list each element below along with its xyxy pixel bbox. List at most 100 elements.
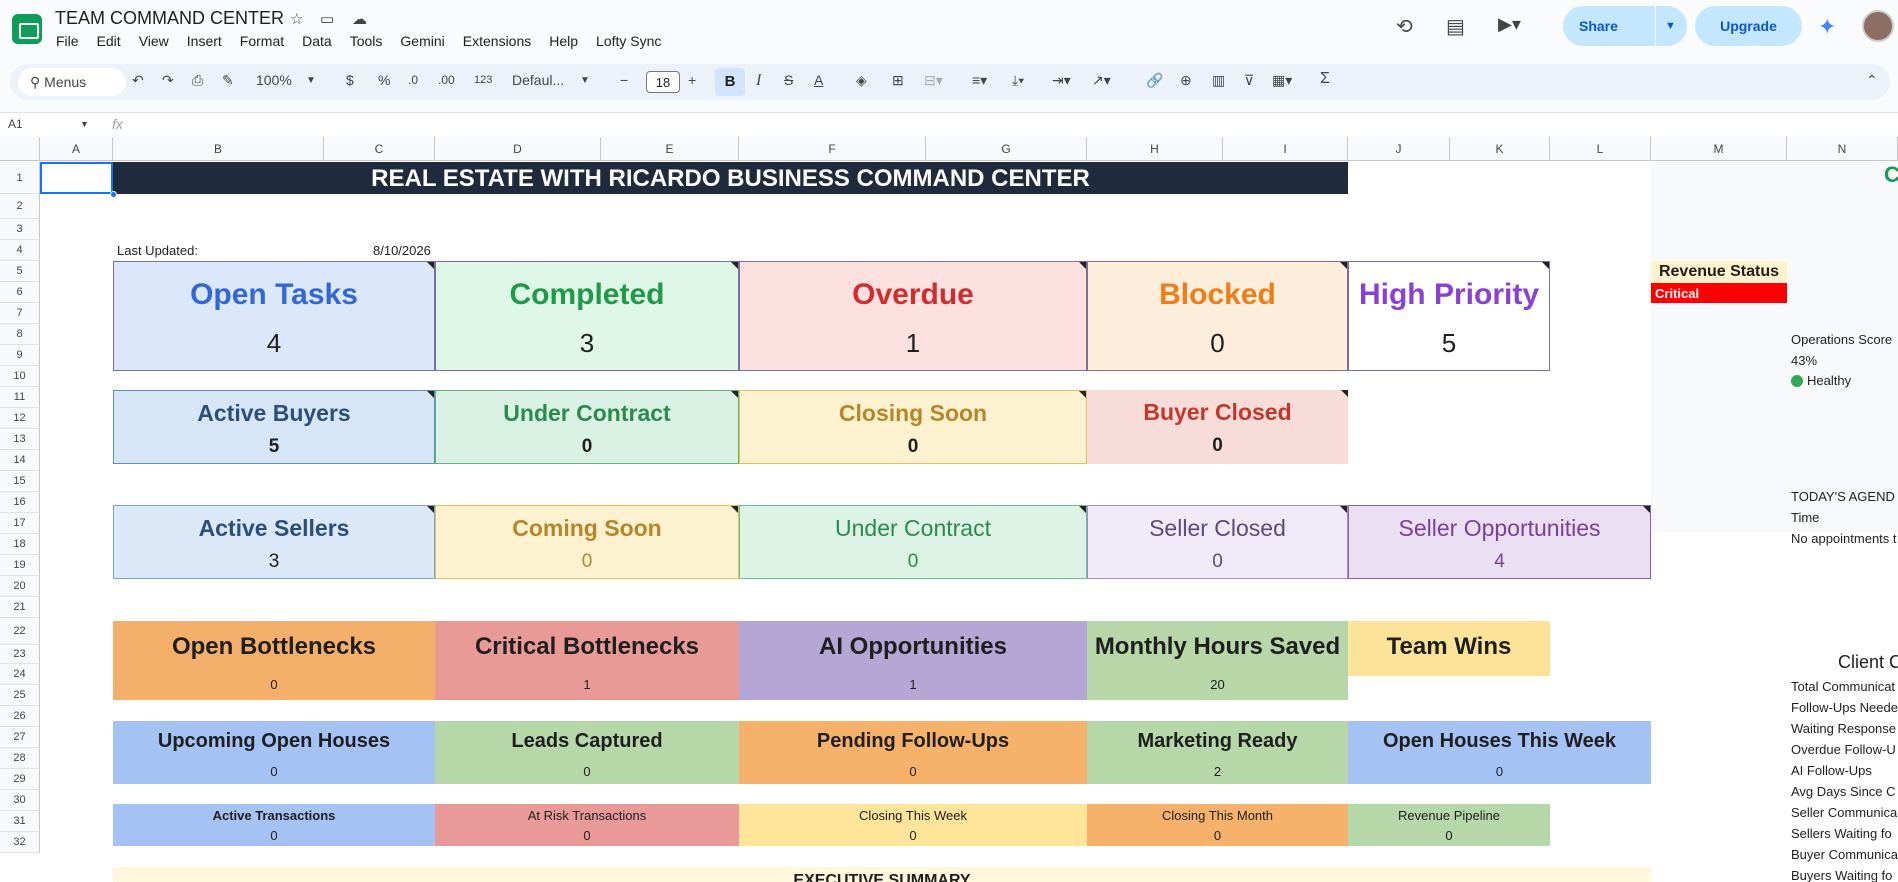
row-header[interactable]: 2 bbox=[0, 194, 40, 219]
row-header[interactable]: 6 bbox=[0, 282, 40, 303]
filter-icon[interactable]: ⊽ bbox=[1244, 72, 1254, 89]
selected-cell-a1[interactable] bbox=[40, 162, 113, 194]
card-critical-bottlenecks[interactable]: Critical Bottlenecks 1 bbox=[435, 621, 739, 700]
menu-tools[interactable]: Tools bbox=[350, 33, 383, 49]
row-header[interactable]: 11 bbox=[0, 387, 40, 408]
row-header[interactable]: 24 bbox=[0, 664, 40, 685]
row-header[interactable]: 29 bbox=[0, 769, 40, 790]
card-upcoming-open-houses[interactable]: Upcoming Open Houses 0 bbox=[113, 721, 435, 784]
row-header[interactable]: 15 bbox=[0, 471, 40, 492]
row-header[interactable]: 28 bbox=[0, 748, 40, 769]
version-history-icon[interactable]: ⟲ bbox=[1396, 14, 1413, 39]
share-dropdown-icon[interactable]: ▼ bbox=[1656, 20, 1676, 32]
card-open-bottlenecks[interactable]: Open Bottlenecks 0 bbox=[113, 621, 435, 700]
select-all-corner[interactable] bbox=[0, 137, 40, 161]
row-header[interactable]: 16 bbox=[0, 492, 40, 513]
row-header[interactable]: 27 bbox=[0, 727, 40, 748]
zoom-select[interactable]: 100% bbox=[256, 72, 292, 88]
column-header[interactable]: A bbox=[40, 137, 113, 161]
name-box[interactable]: A1 bbox=[8, 117, 23, 131]
format-percent-button[interactable]: % bbox=[378, 72, 390, 88]
filter-views-icon[interactable]: ▦▾ bbox=[1272, 72, 1292, 89]
card-active-buyers[interactable]: Active Buyers 5 bbox=[113, 390, 435, 464]
insert-comment-icon[interactable]: ⊕ bbox=[1180, 72, 1192, 89]
row-header[interactable]: 23 bbox=[0, 645, 40, 664]
fill-handle[interactable] bbox=[110, 191, 117, 198]
column-header[interactable]: C bbox=[324, 137, 435, 161]
row-header[interactable]: 1 bbox=[0, 162, 40, 194]
menu-edit[interactable]: Edit bbox=[97, 33, 121, 49]
undo-icon[interactable]: ↶ bbox=[132, 72, 144, 89]
decrease-decimal-button[interactable]: .0 bbox=[408, 73, 418, 87]
column-header[interactable]: F bbox=[739, 137, 926, 161]
card-pending-follow-ups[interactable]: Pending Follow-Ups 0 bbox=[739, 721, 1087, 784]
more-formats-button[interactable]: 123 bbox=[474, 74, 492, 86]
row-header[interactable]: 3 bbox=[0, 219, 40, 240]
document-title[interactable]: TEAM COMMAND CENTER bbox=[55, 8, 284, 29]
column-header[interactable]: H bbox=[1087, 137, 1223, 161]
meet-icon[interactable]: ▶▾ bbox=[1498, 14, 1521, 35]
card-closing-this-week[interactable]: Closing This Week 0 bbox=[739, 804, 1087, 846]
align-horizontal-icon[interactable]: ≡▾ bbox=[972, 72, 987, 89]
column-header[interactable]: M bbox=[1651, 137, 1787, 161]
menu-insert[interactable]: Insert bbox=[187, 33, 222, 49]
row-header[interactable]: 20 bbox=[0, 576, 40, 597]
row-header[interactable]: 31 bbox=[0, 811, 40, 832]
search-menus-button[interactable]: ⚲ Menus bbox=[18, 68, 126, 96]
card-active-transactions[interactable]: Active Transactions 0 bbox=[113, 804, 435, 846]
row-header[interactable]: 10 bbox=[0, 366, 40, 387]
card-ai-opportunities[interactable]: AI Opportunities 1 bbox=[739, 621, 1087, 700]
menu-help[interactable]: Help bbox=[549, 33, 578, 49]
sheet-title[interactable]: REAL ESTATE WITH RICARDO BUSINESS COMMAN… bbox=[113, 162, 1348, 194]
card-active-sellers[interactable]: Active Sellers 3 bbox=[113, 505, 435, 579]
agenda-empty[interactable]: No appointments t bbox=[1791, 531, 1897, 546]
menu-data[interactable]: Data bbox=[302, 33, 332, 49]
column-header[interactable]: G bbox=[926, 137, 1087, 161]
share-button[interactable]: Share ▼ bbox=[1563, 6, 1687, 46]
sheets-logo-icon[interactable] bbox=[12, 14, 42, 44]
row-header[interactable]: 12 bbox=[0, 408, 40, 429]
column-header[interactable]: K bbox=[1450, 137, 1550, 161]
executive-summary-header[interactable]: EXECUTIVE SUMMARY bbox=[113, 867, 1651, 882]
column-header[interactable]: D bbox=[435, 137, 601, 161]
row-header[interactable]: 9 bbox=[0, 345, 40, 366]
card-open-houses-this-week[interactable]: Open Houses This Week 0 bbox=[1348, 721, 1651, 784]
card-closing-this-month[interactable]: Closing This Month 0 bbox=[1087, 804, 1348, 846]
row-header[interactable]: 22 bbox=[0, 618, 40, 645]
card-marketing-ready[interactable]: Marketing Ready 2 bbox=[1087, 721, 1348, 784]
column-header[interactable]: J bbox=[1348, 137, 1450, 161]
font-size-increase-icon[interactable]: + bbox=[688, 72, 696, 88]
revenue-status-value[interactable]: Critical bbox=[1651, 283, 1787, 303]
insert-link-icon[interactable]: 🔗 bbox=[1146, 72, 1163, 89]
column-header[interactable]: N bbox=[1787, 137, 1898, 161]
card-monthly-hours-saved[interactable]: Monthly Hours Saved 20 bbox=[1087, 621, 1348, 700]
row-header[interactable]: 17 bbox=[0, 513, 40, 534]
gemini-icon[interactable]: ✦ bbox=[1818, 14, 1836, 40]
bold-button[interactable]: B bbox=[715, 68, 745, 96]
card-team-wins[interactable]: Team Wins bbox=[1348, 621, 1550, 676]
move-folder-icon[interactable]: ▭ bbox=[320, 10, 334, 28]
column-header[interactable]: E bbox=[601, 137, 739, 161]
card-under-contract[interactable]: Under Contract 0 bbox=[435, 390, 739, 464]
card-high-priority[interactable]: High Priority 5 bbox=[1348, 261, 1550, 371]
font-size-decrease-icon[interactable]: − bbox=[620, 72, 628, 88]
card-coming-soon[interactable]: Coming Soon 0 bbox=[435, 505, 739, 579]
text-wrap-icon[interactable]: ⇥▾ bbox=[1052, 72, 1071, 89]
cloud-status-icon[interactable]: ☁ bbox=[352, 10, 367, 28]
operations-score-value[interactable]: 43% bbox=[1791, 353, 1817, 368]
row-header[interactable]: 26 bbox=[0, 706, 40, 727]
row-header[interactable]: 32 bbox=[0, 832, 40, 853]
fill-color-icon[interactable]: ◈ bbox=[856, 72, 867, 89]
card-revenue-pipeline[interactable]: Revenue Pipeline 0 bbox=[1348, 804, 1550, 846]
collapse-toolbar-icon[interactable]: ⌃ bbox=[1866, 72, 1878, 89]
menu-view[interactable]: View bbox=[139, 33, 169, 49]
card-at-risk-transactions[interactable]: At Risk Transactions 0 bbox=[435, 804, 739, 846]
row-header[interactable]: 5 bbox=[0, 261, 40, 282]
card-closing-soon[interactable]: Closing Soon 0 bbox=[739, 390, 1087, 464]
menu-extensions[interactable]: Extensions bbox=[463, 33, 531, 49]
comments-icon[interactable]: ▤ bbox=[1446, 14, 1465, 39]
format-currency-button[interactable]: $ bbox=[346, 72, 354, 88]
row-header[interactable]: 19 bbox=[0, 555, 40, 576]
functions-button[interactable]: Σ bbox=[1320, 70, 1330, 88]
text-rotation-icon[interactable]: ↗▾ bbox=[1092, 72, 1111, 89]
